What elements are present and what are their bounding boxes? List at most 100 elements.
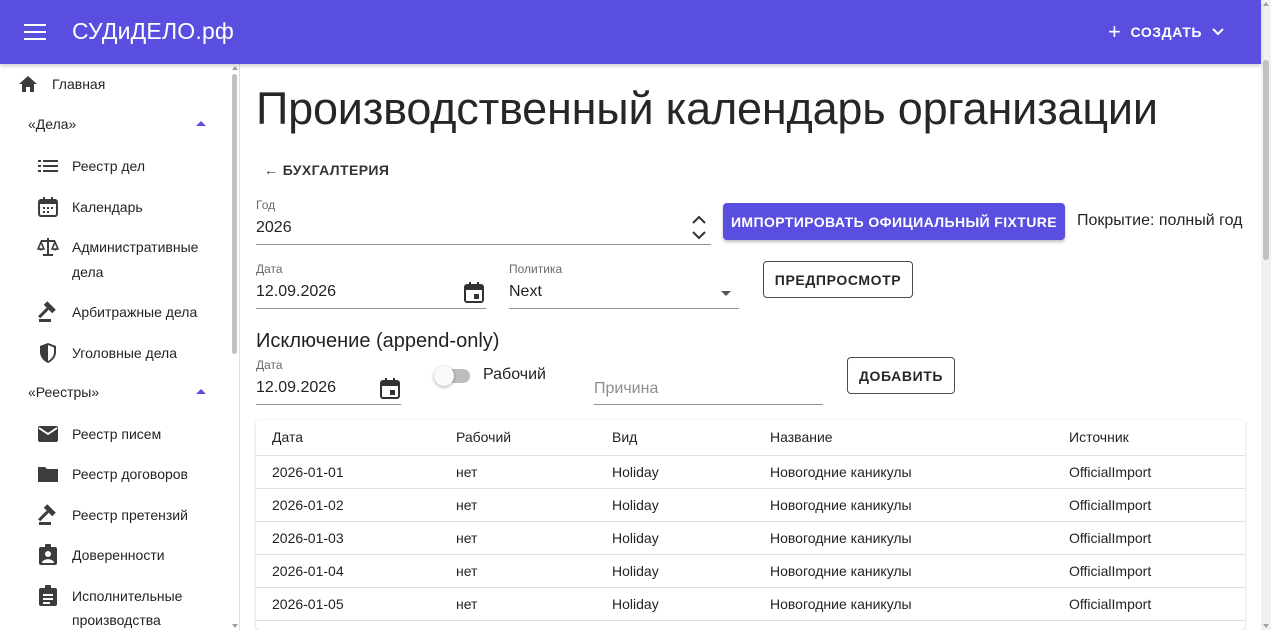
cell-working: нет (456, 563, 478, 579)
sidebar-item-contracts[interactable]: Реестр договоров (0, 462, 230, 486)
cell-name: Новогодние каникулы (770, 464, 912, 480)
cell-kind: Holiday (612, 497, 659, 513)
table-row[interactable]: 2026-01-04 нет Holiday Новогодние канику… (256, 555, 1245, 588)
table-row[interactable]: 2026-01-01 нет Holiday Новогодние канику… (256, 456, 1245, 489)
sidebar: Главная «Дела» Реестр дел Календарь Адми… (0, 64, 240, 630)
scroll-down-icon[interactable] (1263, 624, 1269, 628)
scroll-down-icon[interactable] (232, 624, 238, 628)
folder-icon (37, 463, 59, 485)
table-row[interactable]: 2026-01-05 нет Holiday Новогодние канику… (256, 588, 1245, 621)
mail-icon (37, 423, 59, 445)
page-scroll-thumb[interactable] (1263, 60, 1269, 260)
sidebar-item-criminal[interactable]: Уголовные дела (0, 341, 230, 365)
column-header-source[interactable]: Источник (1069, 420, 1129, 455)
cell-date: 2026-01-01 (272, 464, 344, 480)
menu-icon[interactable] (24, 24, 46, 40)
sidebar-item-label: Арбитражные дела (72, 304, 198, 320)
sidebar-scroll-thumb[interactable] (232, 74, 237, 354)
assignment-icon (37, 585, 59, 607)
sidebar-scrollbar[interactable] (231, 66, 239, 630)
cell-date: 2026-01-04 (272, 563, 344, 579)
scroll-up-icon[interactable] (232, 66, 238, 70)
coverage-text: Покрытие: полный год (1077, 212, 1243, 229)
cell-kind: Holiday (612, 563, 659, 579)
caret-up-icon (196, 389, 206, 394)
date-label: Дата (256, 262, 283, 276)
sidebar-item-letters[interactable]: Реестр писем (0, 422, 230, 446)
date-underline (256, 308, 486, 309)
sidebar-item-label: Уголовные дела (72, 345, 178, 361)
sidebar-item-calendar[interactable]: Календарь (0, 195, 230, 219)
sidebar-item-label: Административные (72, 239, 199, 255)
exception-section-title: Исключение (append-only) (256, 330, 500, 352)
sidebar-item-label: Реестр договоров (72, 466, 188, 482)
calendar-icon[interactable] (380, 378, 400, 399)
cell-source: OfficialImport (1069, 530, 1152, 546)
sidebar-item-enforcement[interactable]: Исполнительные производства (0, 584, 230, 630)
back-button[interactable]: ← БУХГАЛТЕРИЯ (264, 162, 389, 178)
page-title: Производственный календарь организации (256, 83, 1158, 134)
sidebar-item-label: Реестр дел (72, 158, 146, 174)
column-header-date[interactable]: Дата (272, 420, 303, 455)
sidebar-item-arbitration[interactable]: Арбитражные дела (0, 300, 230, 324)
table-row[interactable]: 2026-01-03 нет Holiday Новогодние канику… (256, 522, 1245, 555)
date-input[interactable]: 12.09.2026 (256, 283, 446, 301)
spin-up-icon[interactable] (692, 215, 706, 224)
column-header-working[interactable]: Рабочий (456, 420, 511, 455)
sidebar-item-cases-registry[interactable]: Реестр дел (0, 154, 230, 178)
scales-icon (37, 236, 59, 258)
cell-name: Новогодние каникулы (770, 596, 912, 612)
create-button[interactable]: + СОЗДАТЬ (1108, 20, 1224, 44)
sidebar-item-label: Исполнительные (72, 588, 183, 604)
year-input[interactable]: 2026 (256, 219, 686, 237)
cell-date: 2026-01-02 (272, 497, 344, 513)
cell-working: нет (456, 596, 478, 612)
calendar-icon[interactable] (464, 282, 484, 303)
sidebar-item-label-line2: дела (72, 264, 104, 280)
sidebar-item-label: Доверенности (72, 547, 165, 563)
dropdown-arrow-icon[interactable] (721, 291, 731, 296)
cell-source: OfficialImport (1069, 497, 1152, 513)
cell-date: 2026-01-03 (272, 530, 344, 546)
spin-down-icon[interactable] (692, 231, 706, 240)
table-row[interactable]: 2026-01-02 нет Holiday Новогодние канику… (256, 489, 1245, 522)
add-button[interactable]: ДОБАВИТЬ (847, 357, 955, 394)
cell-source: OfficialImport (1069, 464, 1152, 480)
column-header-name[interactable]: Название (770, 420, 833, 455)
badge-icon (37, 544, 59, 566)
plus-icon: + (1108, 19, 1122, 44)
year-underline (256, 244, 711, 245)
calendar-table: Дата Рабочий Вид Название Источник 2026-… (256, 420, 1245, 630)
shield-icon (37, 342, 59, 364)
scroll-up-icon[interactable] (1263, 2, 1269, 6)
gavel-icon (37, 504, 59, 526)
cell-date: 2026-01-05 (272, 596, 344, 612)
sidebar-item-powers-of-attorney[interactable]: Доверенности (0, 543, 230, 567)
sidebar-item-administrative[interactable]: Административные дела (0, 235, 230, 285)
column-header-kind[interactable]: Вид (612, 420, 637, 455)
sidebar-group-cases[interactable]: «Дела» (28, 116, 218, 134)
cell-source: OfficialImport (1069, 563, 1152, 579)
policy-label: Политика (509, 262, 563, 276)
reason-input[interactable]: Причина (594, 380, 823, 398)
year-label: Год (256, 198, 276, 212)
sidebar-item-home[interactable]: Главная (0, 72, 230, 96)
sidebar-item-label-line2: производства (72, 612, 161, 628)
exception-date-label: Дата (256, 358, 283, 372)
app-brand[interactable]: СУДиДЕЛО.рф (72, 18, 234, 45)
sidebar-item-claims[interactable]: Реестр претензий (0, 503, 230, 527)
working-day-label: Рабочий (483, 366, 546, 383)
page-scrollbar[interactable] (1261, 0, 1271, 630)
working-day-toggle[interactable] (434, 366, 470, 386)
import-fixture-button[interactable]: ИМПОРТИРОВАТЬ ОФИЦИАЛЬНЫЙ FIXTURE (723, 203, 1065, 240)
app-bar: СУДиДЕЛО.рф + СОЗДАТЬ (0, 0, 1261, 64)
policy-select[interactable]: Next (509, 283, 709, 301)
preview-button[interactable]: ПРЕДПРОСМОТР (763, 261, 913, 298)
caret-up-icon (196, 121, 206, 126)
calendar-icon (37, 196, 59, 218)
exception-date-input[interactable]: 12.09.2026 (256, 379, 366, 397)
create-label: СОЗДАТЬ (1130, 24, 1203, 40)
sidebar-group-registries[interactable]: «Реестры» (28, 384, 218, 402)
chevron-down-icon (1212, 28, 1224, 36)
reason-underline (594, 404, 823, 405)
